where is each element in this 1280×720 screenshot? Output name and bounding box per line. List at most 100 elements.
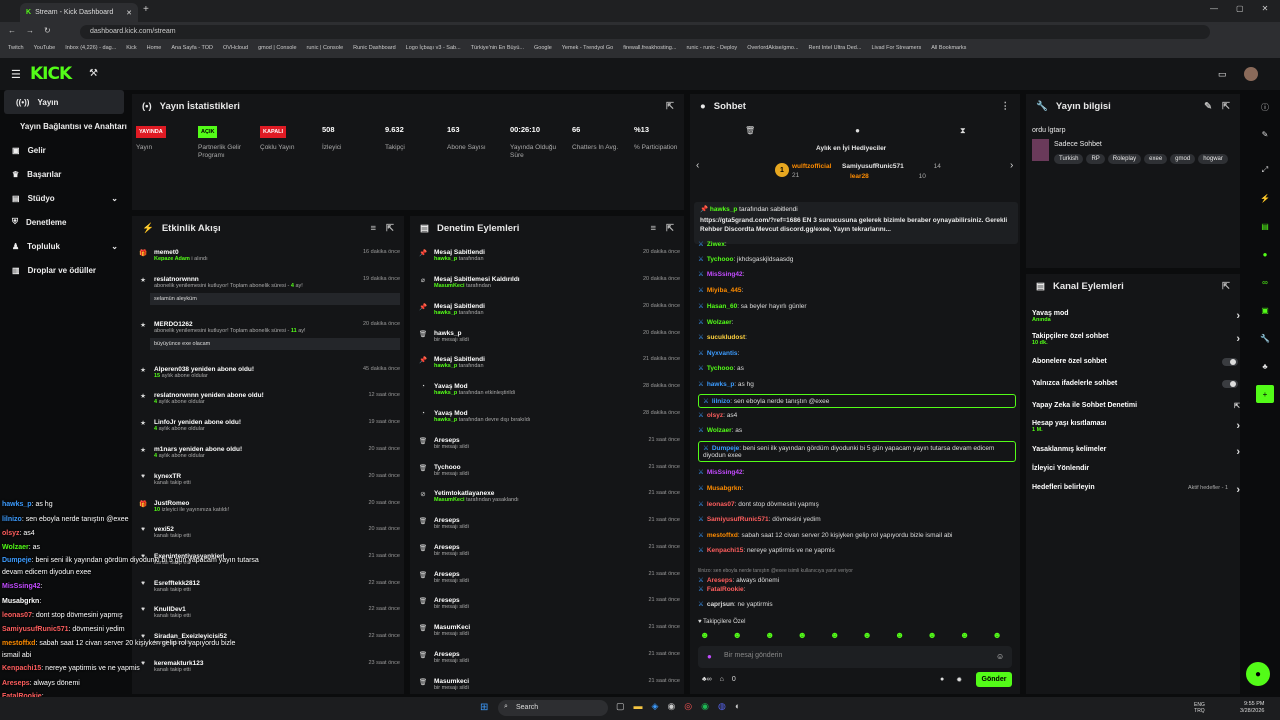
url-field[interactable]: dashboard.kick.com/stream xyxy=(80,25,1210,39)
chat-message[interactable]: ⚔ caprjsun: ne yaptirmis xyxy=(698,600,1016,608)
bookmark-item[interactable]: Twitch xyxy=(8,45,24,55)
sidebar-item-stream-key[interactable]: Yayın Bağlantısı ve Anahtarı xyxy=(0,114,128,138)
bookmark-item[interactable]: YouTube xyxy=(34,45,56,55)
bookmark-item[interactable]: firewall.freakhosting... xyxy=(623,45,676,55)
steam-icon[interactable]: ◉ xyxy=(667,701,675,712)
info-icon[interactable]: ⓘ xyxy=(1256,98,1274,116)
bookmark-item[interactable]: OverlordAkise/gmo... xyxy=(747,45,798,55)
chat-message[interactable]: ⚔ sucukludost: xyxy=(698,333,1016,341)
bookmark-item[interactable]: Inbox (4,226) - dag... xyxy=(65,45,116,55)
folder-icon[interactable]: ▬ xyxy=(634,701,643,712)
sidebar-item-denetleme[interactable]: ⛨ Denetleme xyxy=(0,210,128,234)
moderation-row[interactable]: 📌 Mesaj Sabitlendi hawks_p tarafından 21 da… xyxy=(418,356,680,369)
bookmark-item[interactable]: Yemek - Trendyol Go xyxy=(562,45,613,55)
bookmark-item[interactable]: Runic Dashboard xyxy=(353,45,396,55)
chat-username[interactable]: Tychooo xyxy=(707,365,734,372)
chat-message[interactable]: ⚔ Dumpeje: beni seni ilk yayından gördüm … xyxy=(698,441,1016,462)
taskbar-search[interactable]: ⌕ Search xyxy=(498,700,608,716)
chat-bubble-icon[interactable]: ● xyxy=(1256,245,1274,263)
avatar[interactable] xyxy=(1244,67,1258,81)
add-widget-icon[interactable]: + xyxy=(1256,385,1274,403)
chat-username[interactable]: Wolzaer xyxy=(707,427,732,434)
bookmark-item[interactable]: All Bookmarks xyxy=(931,45,966,55)
send-button[interactable]: Gönder xyxy=(976,672,1012,687)
moderation-row[interactable]: ⌀ Mesaj Sabitlemesi Kaldırıldı MasumKeci t… xyxy=(418,276,680,289)
sidebar-item-yayin[interactable]: ((•)) Yayın xyxy=(4,90,124,114)
chat-username[interactable]: leonas07 xyxy=(707,501,735,508)
channel-action-row[interactable]: Abonelere özel sohbet xyxy=(1032,358,1240,366)
edit-icon[interactable]: ✎ xyxy=(1204,101,1212,112)
gifter-1[interactable]: wulftzofficial 21 xyxy=(792,162,831,180)
activity-row[interactable]: ♥ Esrefftekk2812 kanalı takip etti 22 saat … xyxy=(138,580,400,593)
chat-username[interactable]: Nyxvantis xyxy=(707,350,738,357)
chat-message[interactable]: ⚔ lilnizo: sen eboyla nerde tanıştın @exe… xyxy=(698,394,1016,408)
pinned-message[interactable]: 📌 hawks_p tarafından sabitlendi https://… xyxy=(694,202,1018,244)
chat-username[interactable]: Areseps xyxy=(707,577,733,584)
bookmark-item[interactable]: Livad For Streamers xyxy=(871,45,921,55)
chat-message[interactable]: ⚔ Tychooo: as xyxy=(698,364,1016,372)
chat-message[interactable]: ⚔ leonas07: dont stop dövmesini yapmış xyxy=(698,500,1016,508)
chat-message[interactable]: ⚔ Tychooo: jkhdsgaskjldsaasdg xyxy=(698,255,1016,263)
chat-message[interactable]: ⚔ FatalRookie: xyxy=(698,585,1016,593)
chat-username[interactable]: mestoffxd xyxy=(707,532,738,539)
app-icon[interactable]: ◐ xyxy=(735,701,740,712)
popout-icon[interactable]: ⇱ xyxy=(1222,281,1230,292)
chat-message[interactable]: ⚔ MisSsing42: xyxy=(698,270,1016,278)
popout-icon[interactable]: ⇱ xyxy=(1222,101,1230,112)
activity-row[interactable]: 🎁 memet0 Kepaze Adam i alındı 16 dakika önc… xyxy=(138,249,400,262)
chat-message[interactable]: ⚔ MisSsing42: xyxy=(698,468,1016,476)
mic-icon[interactable]: ● xyxy=(707,652,712,661)
popout-icon[interactable]: ⇱ xyxy=(666,223,674,234)
menu-icon[interactable]: ☰ xyxy=(11,68,21,81)
activity-row[interactable]: ♥ KnullDev1 kanalı takip etti 22 saat önce xyxy=(138,606,400,619)
channel-action-row[interactable]: Yalnızca ifadelerle sohbet xyxy=(1032,380,1240,388)
emote-icon[interactable]: ☻ xyxy=(797,630,806,640)
chat-bubble-icon[interactable]: ● xyxy=(855,126,860,136)
emote-icon[interactable]: ☻ xyxy=(830,630,839,640)
chat-username[interactable]: hawks_p xyxy=(707,381,734,388)
sidebar-item-droplar[interactable]: ▥ Droplar ve ödüller xyxy=(0,258,128,282)
chat-username[interactable]: MisSsing42 xyxy=(707,469,743,476)
expand-icon[interactable]: ⤢ xyxy=(1256,161,1274,179)
channel-action-row[interactable]: Hesap yaşı kısıtlaması 1 M. › xyxy=(1032,420,1240,433)
maximize-icon[interactable]: ▢ xyxy=(1236,4,1244,13)
chat-message[interactable]: ⚔ Ziwex: xyxy=(698,240,1016,248)
chat-username[interactable]: Miyiba_445 xyxy=(707,287,742,294)
moderation-row[interactable]: 🗑 Areseps bir mesajı sildi 21 saat önce xyxy=(418,544,680,557)
back-icon[interactable]: ← xyxy=(8,26,16,35)
moderation-row[interactable]: 🗑 Areseps bir mesajı sildi 21 saat önce xyxy=(418,437,680,450)
more-icon[interactable]: ⋮ xyxy=(1001,101,1011,112)
chat-username[interactable]: Wolzaer xyxy=(707,319,732,326)
filter-icon[interactable]: ≡ xyxy=(370,223,376,234)
wrench-icon[interactable]: 🔧 xyxy=(1256,329,1274,347)
moderation-row[interactable]: ◔ Yavaş Mod hawks_p tarafından etkinleştir… xyxy=(418,383,680,396)
activity-row[interactable]: ♥ vexi52 kanalı takip etti 20 saat önce xyxy=(138,526,400,539)
emote-icon[interactable]: ☻ xyxy=(927,630,936,640)
kick-logo[interactable]: KICK xyxy=(30,64,72,84)
windows-start-icon[interactable]: ⊞ xyxy=(480,702,488,713)
bookmark-item[interactable]: Rent Intel Ultra Ded... xyxy=(809,45,862,55)
emote-icon[interactable]: ☻ xyxy=(700,630,709,640)
moderation-row[interactable]: 🗑 Areseps bir mesajı sildi 21 saat önce xyxy=(418,571,680,584)
moderation-row[interactable]: 🗑 Areseps bir mesajı sildi 21 saat önce xyxy=(418,517,680,530)
hourglass-icon[interactable]: ⧗ xyxy=(960,126,966,136)
chat-message[interactable]: ⚔ Wolzaer: xyxy=(698,318,1016,326)
bookmark-item[interactable]: OVHcloud xyxy=(223,45,248,55)
minimize-icon[interactable]: — xyxy=(1210,4,1218,13)
tag[interactable]: Roleplay xyxy=(1107,154,1142,164)
chat-message[interactable]: ⚔ Hasan_60: sa beyler hayırlı günler xyxy=(698,302,1016,310)
channel-icon[interactable]: ▣ xyxy=(1256,301,1274,319)
moderation-row[interactable]: 🗑 Areseps bir mesajı sildi 21 saat önce xyxy=(418,651,680,664)
tag[interactable]: Turkish xyxy=(1054,154,1084,164)
chat-username[interactable]: Musabgrkn xyxy=(707,485,742,492)
chat-message[interactable]: ⚔ Miyiba_445: xyxy=(698,286,1016,294)
next-icon[interactable]: › xyxy=(1010,160,1013,171)
activity-row[interactable]: ★ MERDO1262 abonelik yenilemesini kutluyor… xyxy=(138,321,400,350)
edit-icon[interactable]: ✎ xyxy=(1256,125,1274,143)
editor-icon[interactable]: ◈ xyxy=(652,701,659,712)
chat-username[interactable]: Tychooo xyxy=(707,256,734,263)
close-window-icon[interactable]: ✕ xyxy=(1262,4,1269,13)
forward-icon[interactable]: → xyxy=(26,26,34,35)
channel-action-row[interactable]: Yavaş mod Anında › xyxy=(1032,310,1240,323)
sidebar-item-topluluk[interactable]: ♟ Topluluk ⌄ xyxy=(0,234,128,258)
